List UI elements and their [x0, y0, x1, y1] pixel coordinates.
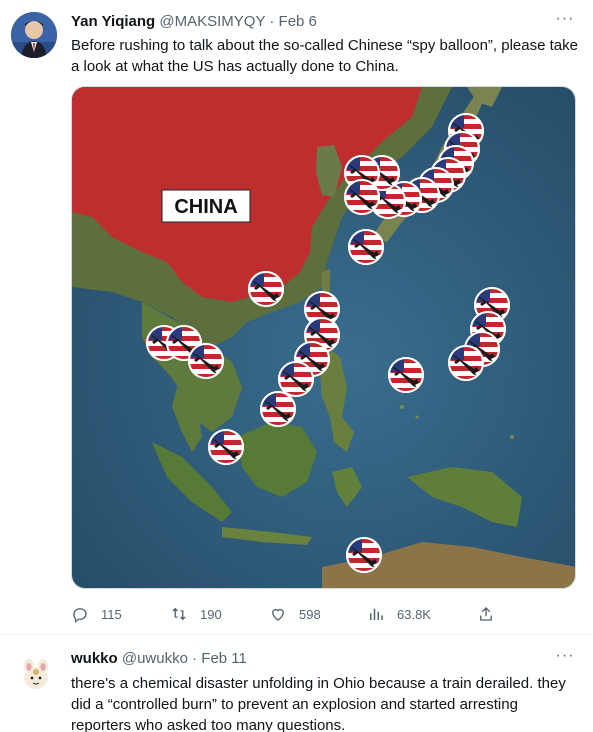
us-fighter-jet-marker — [278, 361, 314, 397]
china-label: CHINA — [161, 189, 251, 223]
reply-icon — [73, 608, 87, 623]
avatar[interactable] — [13, 650, 59, 696]
retweet-icon — [172, 607, 186, 621]
author-name[interactable]: Yan Yiqiang — [71, 13, 155, 30]
svg-text:CHINA: CHINA — [174, 196, 237, 218]
tweet[interactable]: wukko @uwukko · Feb 11 ··· there's a che… — [0, 635, 593, 732]
tweet-text: there's a chemical disaster unfolding in… — [71, 675, 566, 732]
separator: · — [269, 13, 275, 30]
separator: · — [192, 650, 198, 667]
tweet[interactable]: Yan Yiqiang @MAKSIMYQY · Feb 6 ··· Befor… — [0, 0, 593, 635]
more-dots-icon[interactable]: ··· — [555, 648, 575, 669]
author-handle[interactable]: @uwukko — [122, 650, 188, 667]
views-button[interactable]: 63.8K — [367, 602, 431, 626]
share-icon — [480, 607, 492, 621]
author-handle[interactable]: @MAKSIMYQY — [159, 13, 265, 30]
retweet-count: 190 — [200, 606, 222, 622]
more-dots-icon[interactable]: ··· — [555, 11, 575, 32]
views-bar-icon — [370, 608, 383, 620]
heart-icon — [272, 608, 284, 621]
us-fighter-jet-marker — [260, 391, 296, 427]
reply-button[interactable]: 115 — [71, 602, 122, 626]
tweet-header: Yan Yiqiang @MAKSIMYQY · Feb 6 — [71, 12, 317, 32]
us-fighter-jet-marker — [208, 429, 244, 465]
like-count: 598 — [299, 606, 321, 622]
us-fighter-jet-marker — [448, 345, 484, 381]
us-fighter-jet-marker — [346, 537, 382, 573]
author-name[interactable]: wukko — [71, 650, 118, 667]
us-fighter-jet-marker — [348, 229, 384, 265]
tweet-header: wukko @uwukko · Feb 11 — [71, 649, 247, 669]
tweet-media-map[interactable]: CHINA — [71, 86, 576, 589]
us-fighter-jet-marker — [388, 357, 424, 393]
us-fighter-jet-marker — [344, 179, 380, 215]
retweet-button[interactable]: 190 — [170, 602, 222, 626]
tweet-date[interactable]: Feb 11 — [201, 650, 247, 667]
tweet-text: Before rushing to talk about the so-call… — [71, 37, 578, 75]
us-fighter-jet-marker — [248, 271, 284, 307]
tweet-actions: 115 190 598 63.8K — [71, 602, 501, 626]
us-fighter-jet-marker — [188, 343, 224, 379]
views-count: 63.8K — [397, 606, 431, 622]
avatar[interactable] — [11, 12, 57, 58]
share-button[interactable] — [477, 602, 507, 626]
like-button[interactable]: 598 — [269, 602, 321, 626]
reply-count: 115 — [101, 606, 122, 622]
tweet-date[interactable]: Feb 6 — [279, 13, 317, 30]
